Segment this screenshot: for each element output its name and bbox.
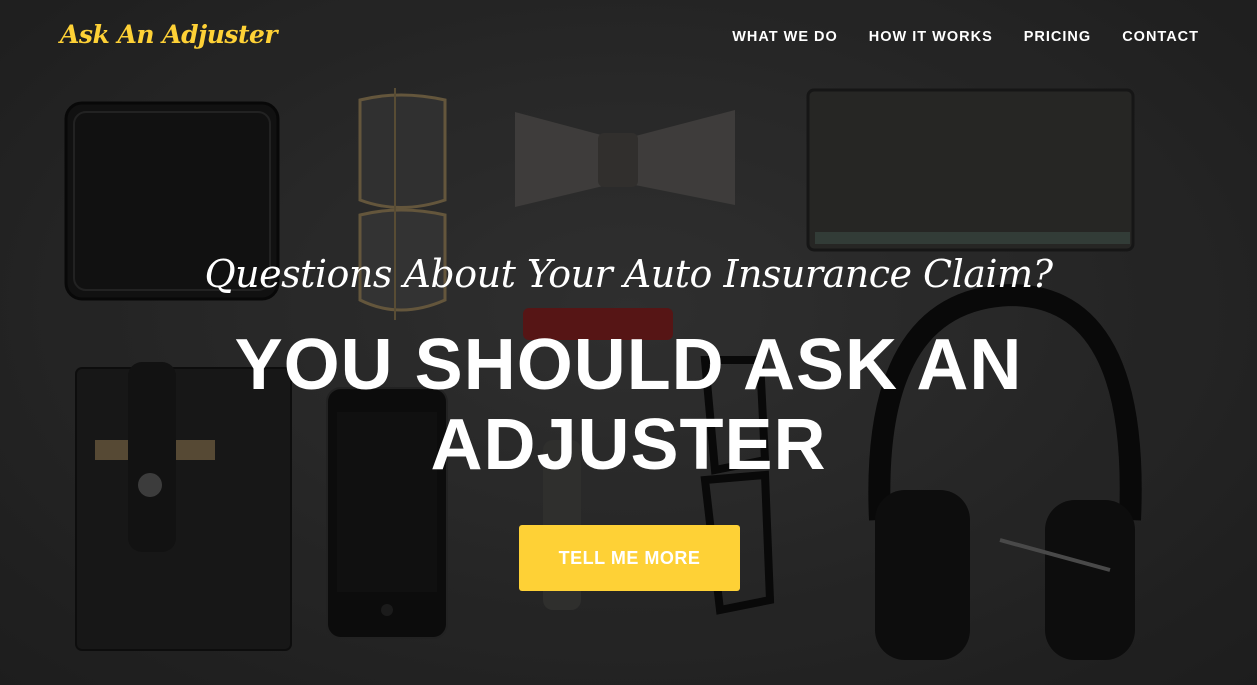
nav-item-how-it-works[interactable]: HOW IT WORKS bbox=[869, 29, 993, 45]
brand-logo[interactable]: Ask An Adjuster bbox=[60, 20, 278, 49]
top-navbar: Ask An Adjuster WHAT WE DO HOW IT WORKS … bbox=[0, 0, 1257, 78]
tell-me-more-button[interactable]: TELL ME MORE bbox=[519, 525, 740, 591]
main-nav: WHAT WE DO HOW IT WORKS PRICING CONTACT bbox=[732, 29, 1199, 45]
hero-heading-line-2: ADJUSTER bbox=[430, 405, 827, 485]
hero-heading: YOU SHOULD ASK AN ADJUSTER bbox=[150, 325, 1107, 485]
hero-lead-text: Questions About Your Auto Insurance Clai… bbox=[204, 252, 1053, 296]
nav-item-pricing[interactable]: PRICING bbox=[1024, 29, 1091, 45]
nav-item-what-we-do[interactable]: WHAT WE DO bbox=[732, 29, 838, 45]
nav-item-contact[interactable]: CONTACT bbox=[1122, 29, 1199, 45]
hero-heading-line-1: YOU SHOULD ASK AN bbox=[234, 325, 1023, 405]
